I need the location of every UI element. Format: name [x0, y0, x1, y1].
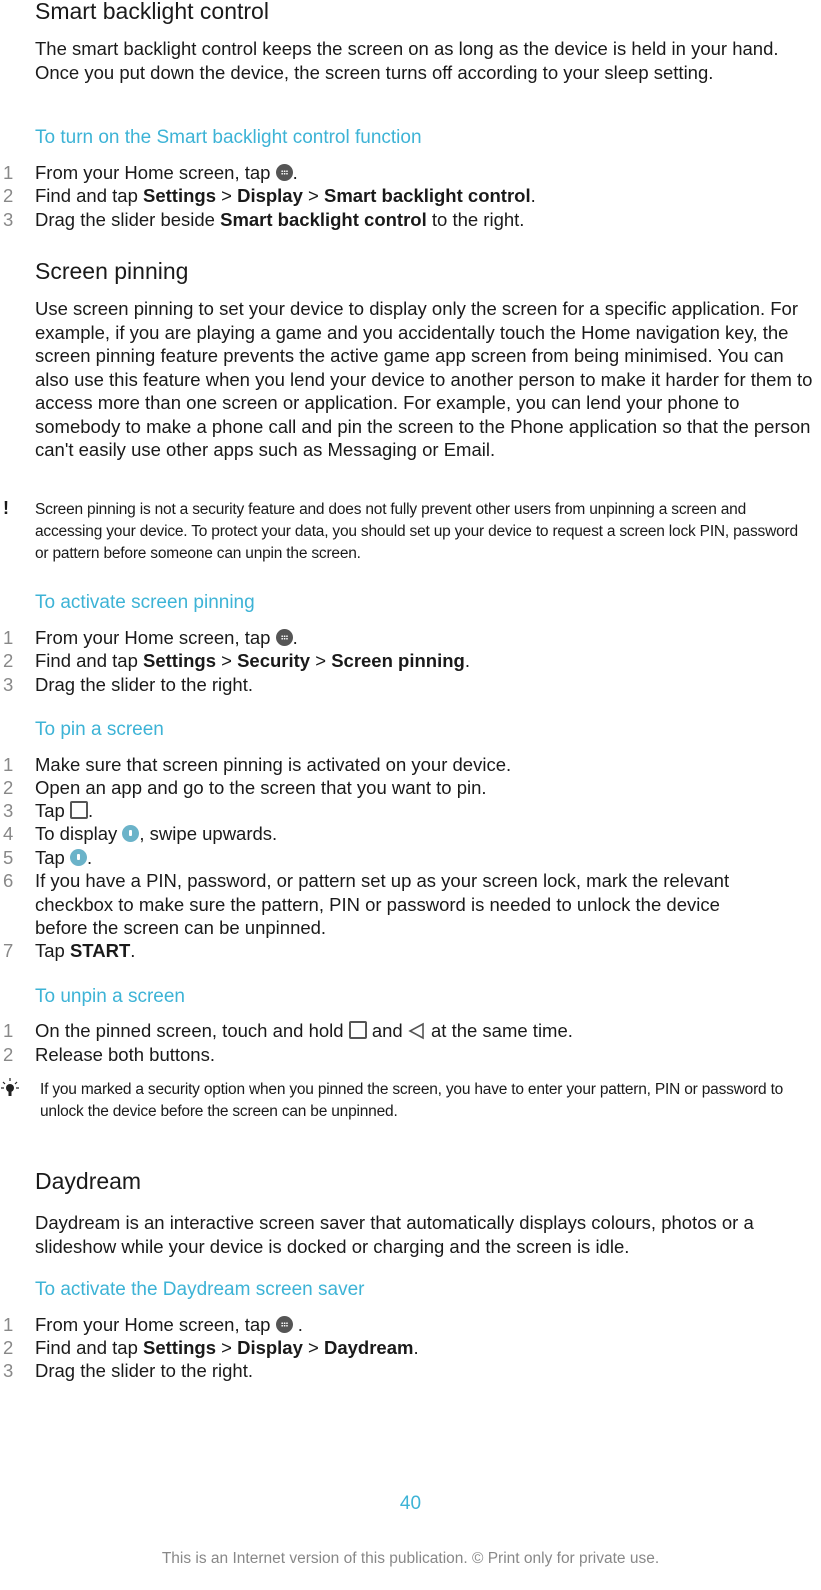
apps-icon [275, 1316, 293, 1333]
step-text: . [464, 650, 470, 671]
step-text: On the pinned screen, touch and hold [35, 1020, 349, 1041]
step-text: If you have a PIN, password, or pattern … [35, 870, 730, 938]
step-text: Tap [35, 940, 70, 961]
step-number: 2 [3, 650, 14, 671]
step-text: Make sure that screen pinning is activat… [35, 754, 512, 775]
procedure-title-unpin-screen: To unpin a screen [35, 986, 185, 1007]
step-number: 5 [3, 847, 14, 868]
step-text: Find and tap [35, 1337, 143, 1358]
step-text: Open an app and go to the screen that yo… [35, 777, 487, 798]
apps-icon [275, 164, 293, 181]
ui-label-settings: Settings [143, 1337, 216, 1358]
step-number: 2 [3, 1044, 14, 1065]
step-text: From your Home screen, tap [35, 162, 276, 183]
step-text: and [366, 1020, 408, 1041]
step-text: . [130, 940, 136, 961]
lightbulb-icon [1, 1078, 19, 1096]
apps-icon [275, 629, 293, 646]
step-number: 1 [3, 1020, 14, 1041]
procedure-title-daydream: To activate the Daydream screen saver [35, 1279, 365, 1300]
step-text: . [413, 1337, 419, 1358]
ui-label-settings: Settings [143, 185, 216, 206]
step-text: From your Home screen, tap [35, 627, 276, 648]
step-number: 2 [3, 777, 14, 798]
separator: > [302, 185, 324, 206]
step-number: 2 [3, 1337, 14, 1358]
step-text: , swipe upwards. [139, 823, 278, 844]
step-number: 3 [3, 800, 14, 821]
step-number: 3 [3, 674, 14, 695]
step-text: Drag the slider beside [35, 209, 221, 230]
ui-label-daydream: Daydream [323, 1337, 414, 1358]
step-number: 1 [3, 754, 14, 775]
procedure-title-smart-backlight: To turn on the Smart backlight control f… [35, 127, 422, 148]
step-number: 1 [3, 627, 14, 648]
step-text: Tap [35, 847, 70, 868]
section-heading-screen-pinning: Screen pinning [35, 258, 189, 284]
step-number: 3 [3, 1360, 14, 1381]
page-number: 40 [399, 1493, 422, 1514]
step-number: 1 [3, 1314, 14, 1335]
procedure-title-activate-pinning: To activate screen pinning [35, 592, 255, 613]
ui-label-display: Display [237, 185, 303, 206]
section-heading-smart-backlight: Smart backlight control [35, 0, 269, 24]
step-number: 1 [3, 162, 14, 183]
separator: > [215, 1337, 238, 1358]
back-icon [408, 1022, 424, 1040]
step-text: . [86, 847, 93, 868]
section-heading-daydream: Daydream [35, 1168, 142, 1194]
step-text: Tap [35, 800, 70, 821]
step-text: Release both buttons. [35, 1044, 215, 1065]
daydream-body: Daydream is an interactive screen saver … [35, 1212, 754, 1257]
overview-icon [348, 1021, 367, 1039]
separator: > [215, 650, 238, 671]
procedure-title-pin-screen: To pin a screen [35, 719, 164, 740]
step-text: From your Home screen, tap [35, 1314, 276, 1335]
step-number: 7 [3, 940, 14, 961]
step-text: to the right. [426, 209, 525, 230]
step-text: Find and tap [35, 185, 143, 206]
ui-label-start: START [69, 940, 131, 961]
warning-note: Screen pinning is not a security feature… [35, 501, 798, 562]
step-number: 2 [3, 185, 14, 206]
step-text: at the same time. [425, 1020, 573, 1041]
step-text: To display [35, 823, 123, 844]
overview-icon [69, 801, 88, 819]
footer-notice: This is an Internet version of this publ… [161, 1550, 660, 1567]
step-text: . [292, 162, 298, 183]
step-text: . [292, 1314, 303, 1335]
step-text: . [87, 800, 94, 821]
pin-icon [69, 849, 87, 866]
step-text: Drag the slider to the right. [35, 1360, 253, 1381]
ui-label-settings: Settings [143, 650, 216, 671]
ui-label-security: Security [237, 650, 311, 671]
separator: > [302, 1337, 324, 1358]
smart-backlight-body: The smart backlight control keeps the sc… [35, 38, 779, 83]
ui-label-screen-pinning: Screen pinning [331, 650, 465, 671]
step-number: 6 [3, 870, 14, 891]
pin-icon [122, 825, 140, 842]
step-text: Find and tap [35, 650, 143, 671]
step-text: . [530, 185, 536, 206]
separator: > [310, 650, 332, 671]
step-number: 4 [3, 823, 14, 844]
separator: > [215, 185, 238, 206]
step-text: Drag the slider to the right. [35, 674, 253, 695]
step-text: . [292, 627, 298, 648]
exclamation-icon: ! [3, 498, 9, 518]
ui-label-smart-backlight: Smart backlight control [323, 185, 531, 206]
ui-label-display: Display [237, 1337, 303, 1358]
ui-label-smart-backlight: Smart backlight control [220, 209, 427, 230]
step-number: 3 [3, 209, 14, 230]
screen-pinning-body: Use screen pinning to set your device to… [35, 298, 813, 460]
tip-note: If you marked a security option when you… [40, 1081, 784, 1120]
